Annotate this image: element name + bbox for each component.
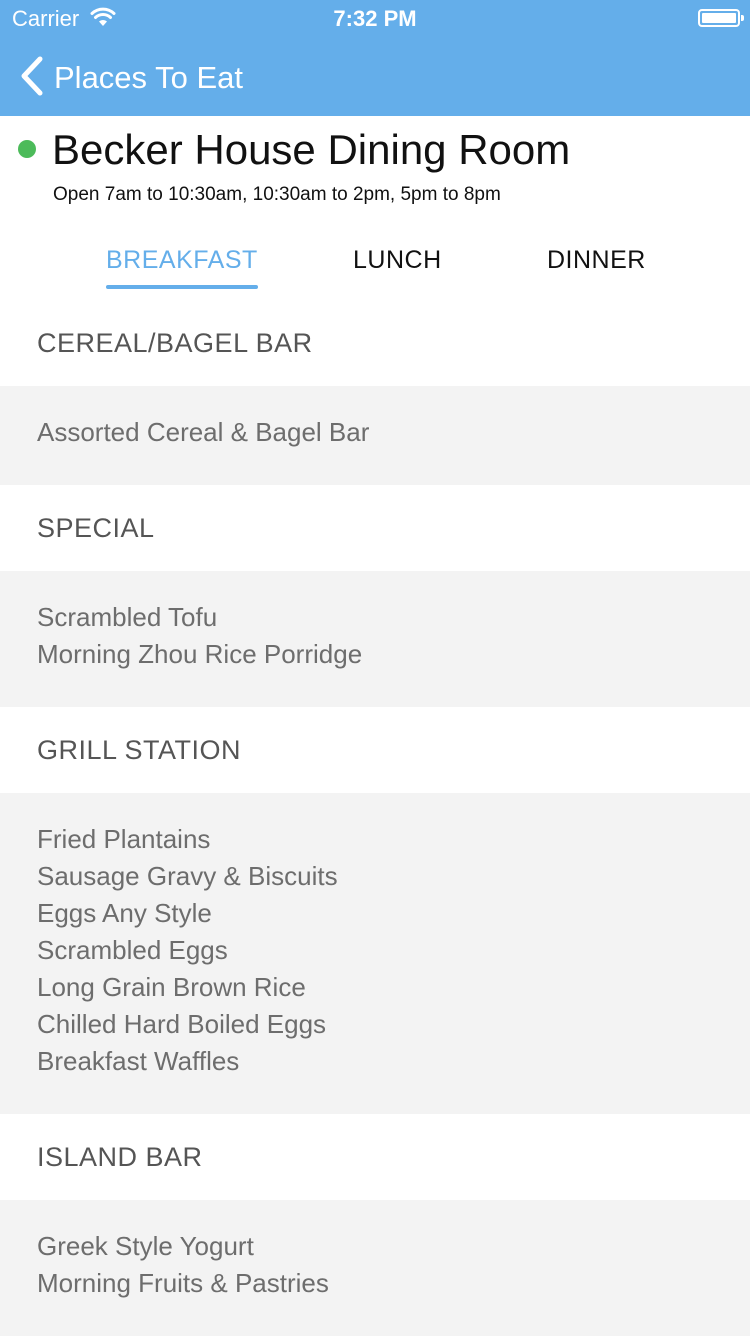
back-button[interactable]: Places To Eat (20, 56, 243, 100)
section-title: ISLAND BAR (37, 1142, 203, 1172)
section-header: CEREAL/BAGEL BAR (0, 300, 750, 386)
list-item: Scrambled Tofu (37, 602, 218, 632)
list-item: Chilled Hard Boiled Eggs (37, 1009, 327, 1039)
menu-list[interactable]: CEREAL/BAGEL BAR Assorted Cereal & Bagel… (0, 300, 750, 1336)
tab-lunch[interactable]: LUNCH (353, 246, 442, 275)
open-status-indicator (18, 140, 36, 158)
list-item: Greek Style Yogurt (37, 1231, 254, 1261)
clock: 7:32 PM (333, 6, 417, 31)
tab-label: LUNCH (353, 246, 442, 274)
list-item: Sausage Gravy & Biscuits (37, 861, 338, 891)
list-item: Breakfast Waffles (37, 1046, 240, 1076)
list-item: Eggs Any Style (37, 898, 212, 928)
place-header: Becker House Dining Room Open 7am to 10:… (0, 116, 750, 300)
section-header: ISLAND BAR (0, 1114, 750, 1200)
page-title: Becker House Dining Room (52, 126, 571, 173)
section-items: Fried Plantains Sausage Gravy & Biscuits… (0, 793, 750, 1114)
list-item: Morning Zhou Rice Porridge (37, 639, 363, 669)
tab-breakfast[interactable]: BREAKFAST (106, 246, 258, 289)
section-header: SPECIAL (0, 485, 750, 571)
list-item: Long Grain Brown Rice (37, 972, 306, 1002)
section-items: Assorted Cereal & Bagel Bar (0, 386, 750, 485)
active-tab-indicator (106, 285, 258, 289)
chevron-left-icon (20, 56, 44, 101)
meal-tabs: BREAKFAST LUNCH DINNER (0, 242, 750, 294)
section-items: Scrambled Tofu Morning Zhou Rice Porridg… (0, 571, 750, 707)
battery-icon (698, 9, 744, 27)
list-item: Assorted Cereal & Bagel Bar (37, 417, 370, 447)
list-item: Morning Fruits & Pastries (37, 1268, 329, 1298)
section-title: SPECIAL (37, 513, 155, 543)
navigation-bar: Places To Eat (0, 40, 750, 116)
section-items: Greek Style Yogurt Morning Fruits & Past… (0, 1200, 750, 1336)
list-item: Fried Plantains (37, 824, 211, 854)
status-bar: Carrier 7:32 PM (0, 0, 750, 40)
tab-dinner[interactable]: DINNER (547, 246, 646, 275)
section-header: GRILL STATION (0, 707, 750, 793)
tab-label: BREAKFAST (106, 246, 258, 274)
section-title: GRILL STATION (37, 735, 242, 765)
tab-label: DINNER (547, 246, 646, 274)
section-title: CEREAL/BAGEL BAR (37, 328, 313, 358)
list-item: Scrambled Eggs (37, 935, 228, 965)
back-button-label: Places To Eat (54, 60, 243, 95)
hours-text: Open 7am to 10:30am, 10:30am to 2pm, 5pm… (53, 184, 501, 205)
